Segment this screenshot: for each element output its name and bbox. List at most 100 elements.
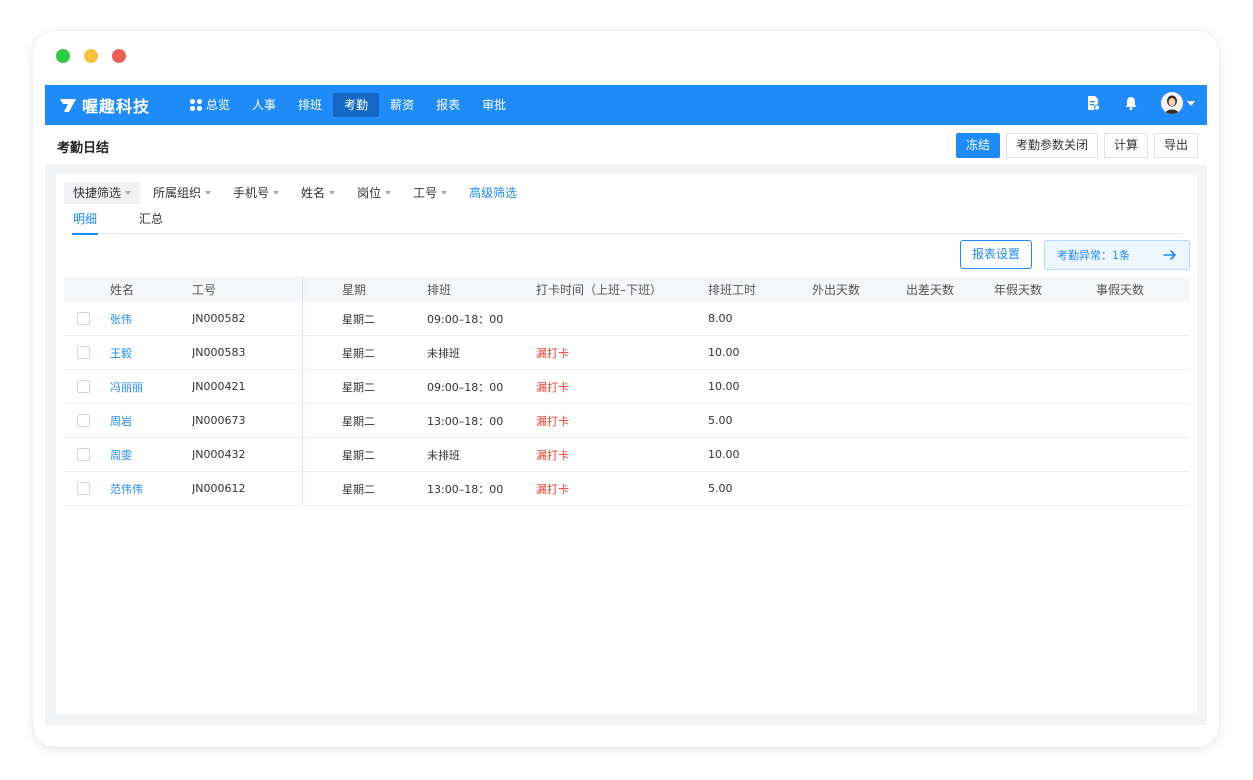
avatar-portrait-icon [1161,92,1183,114]
filter-label: 岗位 [357,186,382,200]
employee-name-link[interactable]: 周岩 [110,415,132,428]
nav-item-schedule[interactable]: 排班 [287,93,333,117]
nav-item-label: 薪资 [390,98,415,112]
export-button[interactable]: 导出 [1153,133,1198,158]
filter-quick[interactable]: 快捷筛选 [64,182,141,204]
row-checkbox[interactable] [77,346,90,359]
frozen-divider [302,336,342,369]
table-row: 周岩 JN000673 星期二 13:00–18：00 漏打卡 5.00 [64,404,1190,438]
employee-name-link[interactable]: 范伟伟 [110,483,143,496]
row-checkbox[interactable] [77,380,90,393]
caret-down-icon [273,191,280,195]
user-menu[interactable] [1161,92,1195,114]
nav-right-tools [1085,92,1195,114]
maximize-dot[interactable] [56,49,70,63]
nav-item-label: 考勤 [344,98,369,112]
schedule: 09:00–18：00 [427,380,504,394]
table-row: 冯丽丽 JN000421 星期二 09:00–18：00 漏打卡 10.00 [64,370,1190,404]
report-doc-icon[interactable] [1085,95,1101,111]
employee-name-link[interactable]: 王毅 [110,347,132,360]
nav-item-approval[interactable]: 审批 [471,93,517,117]
header-schedule: 排班 [427,283,452,297]
row-check-cell [64,482,110,495]
header-personal-days: 事假天数 [1096,283,1145,297]
filter-empno[interactable]: 工号 [404,182,456,204]
filter-name[interactable]: 姓名 [292,182,344,204]
nav-item-reports[interactable]: 报表 [425,93,471,117]
nav-item-payroll[interactable]: 薪资 [379,93,425,117]
window-controls [56,49,126,63]
arrow-right-icon [1163,250,1176,260]
scheduled-hours: 10.00 [708,346,740,359]
filter-org[interactable]: 所属组织 [144,182,220,204]
nav-item-overview[interactable]: 总览 [179,93,241,117]
frozen-divider [302,472,342,505]
nav-item-attendance[interactable]: 考勤 [333,93,380,117]
scheduled-hours: 10.00 [708,380,740,393]
filter-bar: 快捷筛选 所属组织 手机号 姓名 岗位 工号 高级筛选 [64,182,526,204]
row-check-cell [64,312,110,325]
close-dot[interactable] [112,49,126,63]
weekday: 星期二 [342,482,375,496]
frozen-divider [302,438,342,471]
table-row: 周雯 JN000432 星期二 未排班 漏打卡 10.00 [64,438,1190,472]
header-id: 工号 [192,283,217,297]
row-checkbox[interactable] [77,482,90,495]
name-cell: 范伟伟 [110,481,192,497]
nav-item-label: 总览 [206,98,231,112]
calculate-button[interactable]: 计算 [1103,133,1148,158]
employee-name-link[interactable]: 周雯 [110,449,132,462]
nav-item-label: 排班 [298,98,323,112]
scheduled-hours: 5.00 [708,414,733,427]
punch-status: 漏打卡 [536,346,569,360]
attendance-alert[interactable]: 考勤异常：1条 [1044,240,1190,270]
row-check-cell [64,346,110,359]
name-cell: 周雯 [110,447,192,463]
weekday: 星期二 [342,414,375,428]
scheduled-hours: 5.00 [708,482,733,495]
top-nav: 喔趣科技 总览 人事 排班 考勤 薪资 报表 审批 [45,85,1207,125]
nav-item-label: 报表 [436,98,461,112]
tab-detail[interactable]: 明细 [72,210,99,235]
minimize-dot[interactable] [84,49,98,63]
param-close-button[interactable]: 考勤参数关闭 [1005,133,1098,158]
header-out-days: 外出天数 [812,283,861,297]
filter-phone[interactable]: 手机号 [224,182,288,204]
advanced-filter-link[interactable]: 高级筛选 [460,182,526,204]
employee-id: JN000432 [192,448,246,461]
app-content: 喔趣科技 总览 人事 排班 考勤 薪资 报表 审批 考勤日结 冻结 考勤参数关闭… [45,85,1207,725]
freeze-button[interactable]: 冻结 [955,133,1000,158]
caret-down-icon [385,191,392,195]
row-checkbox[interactable] [77,414,90,427]
header-punch: 打卡时间（上班–下班） [536,283,663,297]
brand-logo[interactable]: 喔趣科技 [59,93,150,117]
main-nav: 总览 人事 排班 考勤 薪资 报表 审批 [179,93,517,117]
employee-name-link[interactable]: 张伟 [110,313,132,326]
tab-summary[interactable]: 汇总 [138,210,164,234]
header-annual-days: 年假天数 [994,283,1043,297]
caret-down-icon [329,191,336,195]
row-checkbox[interactable] [77,312,90,325]
weekday: 星期二 [342,346,375,360]
punch-status: 漏打卡 [536,414,569,428]
weekday: 星期二 [342,448,375,462]
frozen-divider [302,277,342,302]
employee-name-link[interactable]: 冯丽丽 [110,381,143,394]
bell-icon[interactable] [1123,95,1139,111]
name-cell: 冯丽丽 [110,379,192,395]
page-header: 考勤日结 冻结 考勤参数关闭 计算 导出 [45,125,1207,165]
row-checkbox[interactable] [77,448,90,461]
table-row: 王毅 JN000583 星期二 未排班 漏打卡 10.00 [64,336,1190,370]
table-row: 范伟伟 JN000612 星期二 13:00–18：00 漏打卡 5.00 [64,472,1190,506]
caret-down-icon [125,191,132,195]
nav-item-label: 审批 [482,98,507,112]
punch-status: 漏打卡 [536,380,569,394]
filter-post[interactable]: 岗位 [348,182,400,204]
employee-id: JN000673 [192,414,246,427]
employee-id: JN000421 [192,380,246,393]
weekday: 星期二 [342,312,375,326]
report-settings-button[interactable]: 报表设置 [960,240,1032,269]
brand-name: 喔趣科技 [82,97,151,116]
nav-item-hr[interactable]: 人事 [241,93,287,117]
frozen-divider [302,370,342,403]
